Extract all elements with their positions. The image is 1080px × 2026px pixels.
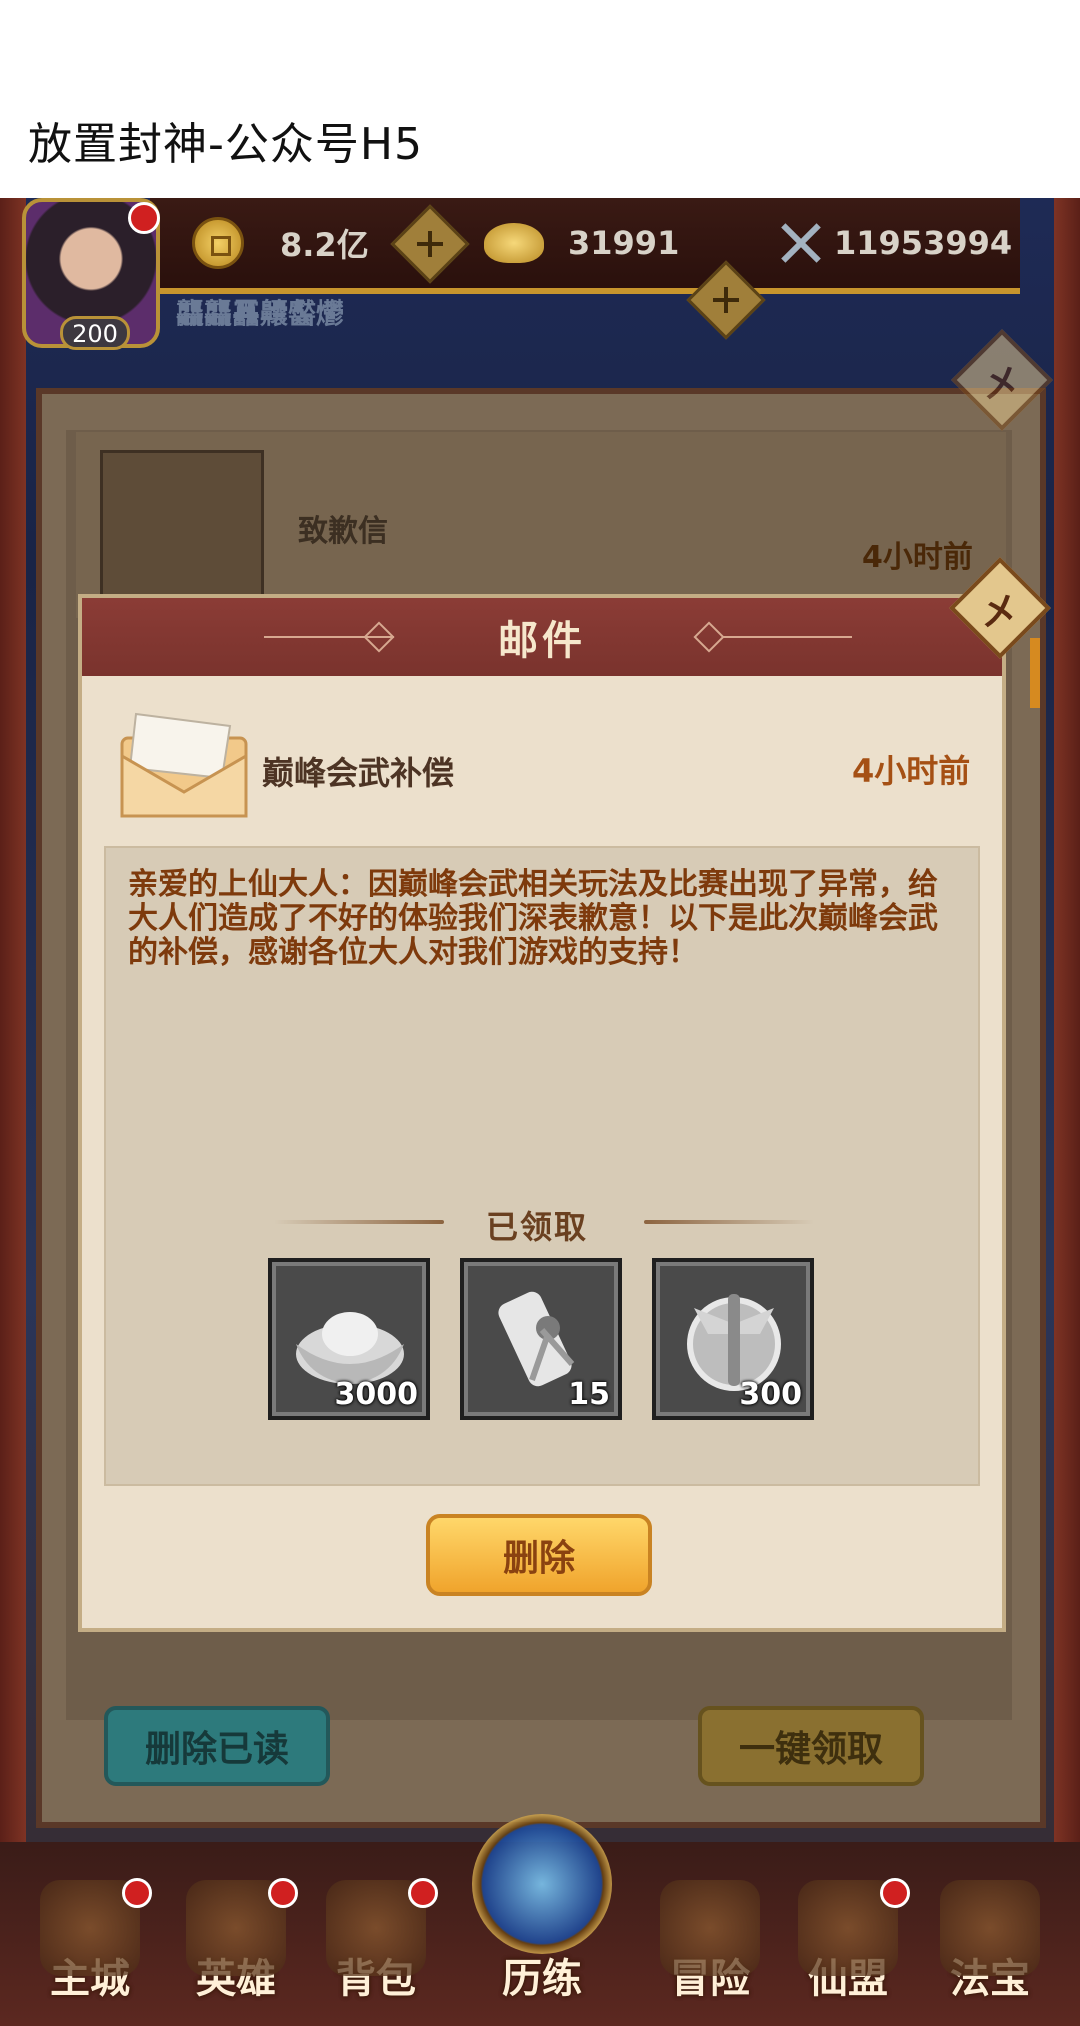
dialog-header: 邮件 (82, 598, 1002, 676)
tassel-decoration (1030, 638, 1040, 708)
nav-item-heroes[interactable]: 英雄 (166, 1878, 306, 2020)
nav-item-alliance[interactable]: 仙盟 (778, 1878, 918, 2020)
reward-slot[interactable]: 300 (652, 1258, 814, 1420)
mail-time: 4小时前 (852, 752, 971, 790)
resource-bar: 8.2亿 31991 11953994 (150, 198, 1020, 340)
reward-slot[interactable]: 3000 (268, 1258, 430, 1420)
claim-all-button[interactable]: 一键领取 (698, 1706, 924, 1786)
mail-body-text: 亲爱的上仙大人：因巅峰会武相关玩法及比赛出现了异常，给大人们造成了不好的体验我们… (128, 867, 938, 970)
player-level-badge: 200 (60, 316, 130, 350)
nav-item-adventure[interactable]: 冒险 (640, 1880, 780, 2020)
dialog-title: 邮件 (498, 618, 586, 664)
nav-item-backpack[interactable]: 背包 (306, 1878, 446, 2020)
header-diamond-left (363, 621, 395, 653)
mountain-icon (660, 1880, 760, 1976)
notification-dot (122, 1878, 152, 1908)
add-copper-button[interactable] (390, 204, 470, 284)
avatar-notification-dot (128, 202, 160, 234)
frame-right (1054, 198, 1080, 2026)
claimed-status: 已领取 (486, 1208, 589, 1246)
mail-content-box: 亲爱的上仙大人：因巅峰会武相关玩法及比赛出现了异常，给大人们造成了不好的体验我们… (104, 846, 980, 1486)
divider-ornament-right (644, 1220, 814, 1224)
bottom-navigation: 主城 英雄 背包 历练 冒险 仙盟 法宝 (0, 1814, 1080, 2026)
nav-item-main-city[interactable]: 主城 (20, 1878, 160, 2020)
game-viewport: 8.2亿 31991 11953994 龘龘靐齉齾爩 200 致歉信 4小时前 … (0, 198, 1080, 2026)
header-ornament-right (722, 636, 852, 638)
delete-button[interactable]: 删除 (426, 1514, 652, 1596)
battle-power-icon (776, 218, 826, 268)
mail-detail-dialog: 邮件 㐅 巅峰会武补偿 4小时前 亲爱的上仙大人：因巅峰会武相关玩法及比赛出现了… (78, 557, 1051, 1632)
notification-dot (880, 1878, 910, 1908)
player-name: 龘龘靐齉齾爩 (176, 297, 345, 330)
divider-ornament-left (274, 1220, 444, 1224)
gold-ingot-icon (484, 223, 544, 263)
reward-count: 300 (739, 1377, 802, 1412)
mail-subject: 巅峰会武补偿 (262, 754, 455, 792)
mail-item-time: 4小时前 (862, 540, 973, 575)
reward-slot[interactable]: 15 (460, 1258, 622, 1420)
reward-count: 3000 (334, 1377, 419, 1412)
header-diamond-right (693, 621, 725, 653)
copper-coin-icon (192, 217, 244, 269)
notification-dot (408, 1878, 438, 1908)
envelope-icon (100, 450, 264, 600)
copper-resource: 8.2亿 (192, 216, 369, 270)
ingot-value: 31991 (568, 224, 680, 262)
ingot-resource: 31991 (484, 216, 679, 270)
notification-dot (268, 1878, 298, 1908)
frame-left (0, 198, 26, 2026)
player-name-strip: 龘龘靐齉齾爩 (176, 288, 976, 332)
power-value: 11953994 (834, 224, 1013, 262)
browser-title-bar: 放置封神-公众号H5 (0, 0, 1080, 198)
mail-item-title: 致歉信 (298, 514, 388, 549)
nav-item-trials[interactable]: 历练 (472, 1880, 612, 2020)
reward-count: 15 (568, 1377, 610, 1412)
nav-item-treasure[interactable]: 法宝 (920, 1880, 1060, 2020)
page-title: 放置封神-公众号H5 (28, 119, 423, 170)
power-resource: 11953994 (776, 216, 1012, 270)
envelope-icon (120, 712, 248, 818)
copper-value: 8.2亿 (280, 226, 369, 264)
gourd-icon (940, 1880, 1040, 1976)
delete-read-button[interactable]: 删除已读 (104, 1706, 330, 1786)
